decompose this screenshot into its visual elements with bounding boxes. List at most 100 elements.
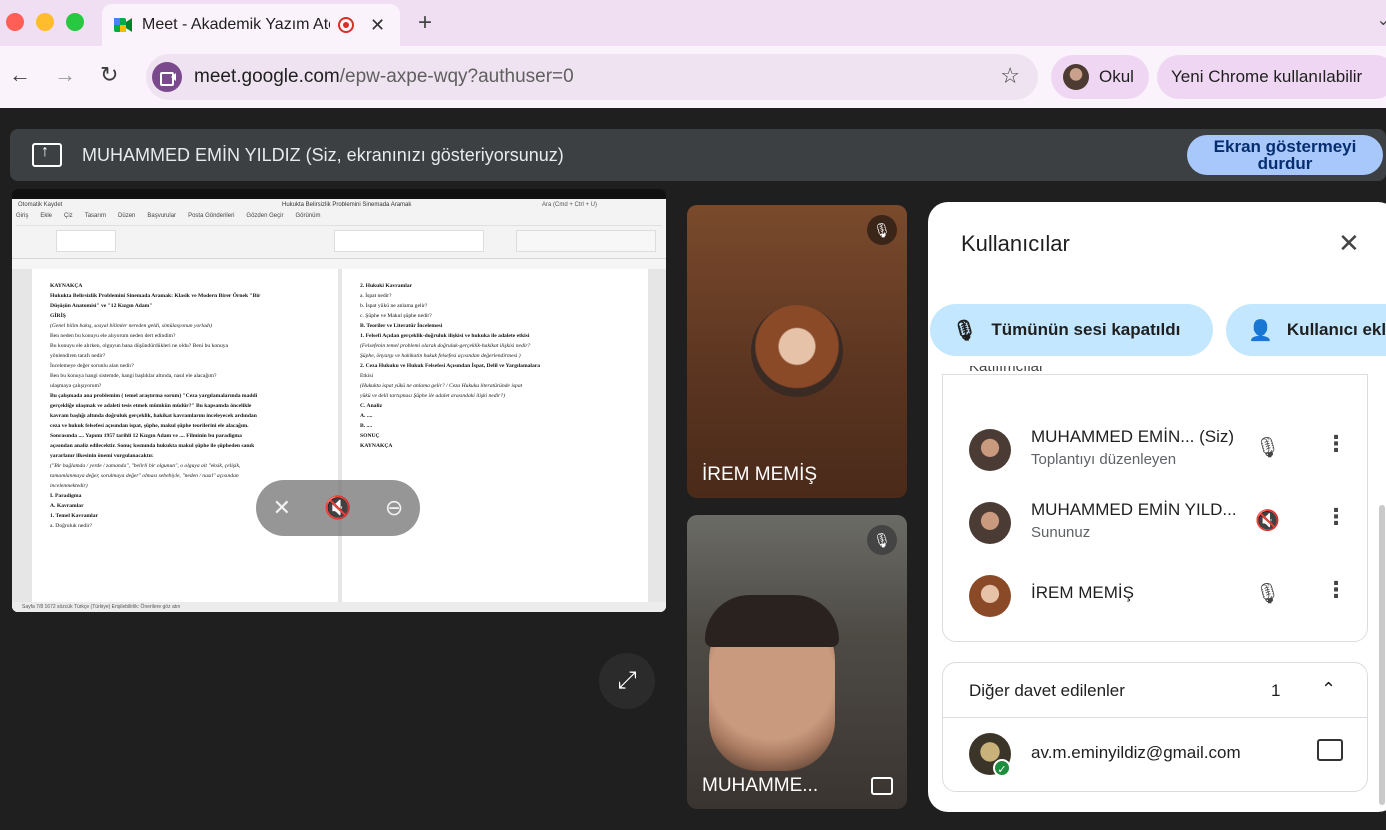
document-line: yönlendiren tarafı nedir? xyxy=(50,353,106,359)
minimize-window-button[interactable] xyxy=(36,13,54,31)
document-line: kavram başlığı altında doğruluk gerçekli… xyxy=(50,413,257,419)
bookmark-star-icon[interactable]: ☆ xyxy=(1000,63,1020,89)
tab-strip: Meet - Akademik Yazım Atölyesi ✕ + ⌄ xyxy=(0,0,1386,46)
document-line: SONUÇ xyxy=(360,433,380,439)
shared-screen-tile[interactable]: Otomatik Kaydet Hukukta Belirsizlik Prob… xyxy=(12,189,666,612)
participant-row[interactable]: MUHAMMED EMİN... (Siz) Toplantıyı düzenl… xyxy=(969,423,1369,479)
browser-tab-meet[interactable]: Meet - Akademik Yazım Atölyesi ✕ xyxy=(102,4,400,46)
reload-button[interactable]: ↻ xyxy=(100,62,118,88)
document-line: B. Teoriler ve Literatür İncelemesi xyxy=(360,323,443,329)
document-title: Hukukta Belirsizlik Problemini Sinemada … xyxy=(282,202,412,208)
present-screen-icon xyxy=(32,143,62,167)
document-page-left: KAYNAKÇA Hukukta Belirsizlik Problemini S… xyxy=(32,269,338,612)
document-line: (Felsefenin temel problemi olarak doğrul… xyxy=(360,343,531,349)
document-line: Ben bu konuya hangi sistemde, hangi başl… xyxy=(50,373,217,379)
document-line: ceza ve hukuk felsefesi açısından ispat,… xyxy=(50,423,249,429)
word-search: Ara (Cmd + Ctrl + U) xyxy=(542,202,598,208)
close-window-button[interactable] xyxy=(6,13,24,31)
document-line: Bu çalışmada ana problemim ( temel araşt… xyxy=(50,393,258,399)
more-options-icon[interactable]: ⋮ xyxy=(1325,504,1347,530)
speaker-off-icon[interactable]: 🔇 xyxy=(1255,508,1280,533)
participant-row[interactable]: İREM MEMİŞ 🎙 ⋮ xyxy=(969,569,1369,625)
word-menu-item: Çiz xyxy=(64,213,73,219)
more-options-icon[interactable]: ⋮ xyxy=(1325,431,1347,457)
mic-off-icon[interactable]: 🎙 xyxy=(1255,581,1280,606)
mic-off-icon: 🎙 xyxy=(952,319,978,342)
mute-tab-audio-icon[interactable]: 🔇 xyxy=(324,495,351,521)
participant-avatar xyxy=(969,429,1011,471)
participant-name: İREM MEMİŞ xyxy=(1031,583,1134,602)
mute-all-label: Tümünün sesi kapatıldı xyxy=(991,320,1181,339)
word-status-bar: Sayfa 7/8 1672 sözcük Türkçe (Türkiye) E… xyxy=(12,602,666,612)
document-line: İncelemeye değer sorunlu alan nedir? xyxy=(50,363,134,369)
close-panel-icon[interactable]: ✕ xyxy=(1338,228,1360,259)
participant-avatar xyxy=(751,305,843,397)
more-options-icon[interactable]: ⋮ xyxy=(1325,577,1347,603)
new-tab-button[interactable]: + xyxy=(418,9,432,37)
participant-row[interactable]: MUHAMMED EMİN YILD... Sununuz 🔇 ⋮ xyxy=(969,496,1369,552)
autosave-label: Otomatik Kaydet xyxy=(18,202,63,208)
tab-title: Meet - Akademik Yazım Atölyesi xyxy=(142,16,330,33)
word-menu-item: Posta Gönderileri xyxy=(188,213,235,219)
mute-all-button[interactable]: 🎙 Tümünün sesi kapatıldı xyxy=(930,304,1213,356)
participant-avatar xyxy=(969,575,1011,617)
remove-tile-icon[interactable]: ⊖ xyxy=(385,495,403,521)
forward-button[interactable]: → xyxy=(54,62,76,88)
profile-avatar xyxy=(1063,64,1089,90)
camera-video-hair xyxy=(705,595,839,647)
document-line: KAYNAKÇA xyxy=(50,283,83,289)
document-line: Hukukta Belirsizlik Problemini Sinemada … xyxy=(50,293,261,299)
document-line: gerçekliğe ulaşmak ve adaleti tesis etme… xyxy=(50,403,252,409)
chrome-update-button[interactable]: Yeni Chrome kullanılabilir xyxy=(1157,55,1386,99)
collapse-chevron-icon[interactable]: ⌃ xyxy=(1321,679,1336,700)
panel-title: Kullanıcılar xyxy=(961,231,1070,256)
participants-section: Katılımcılar MUHAMMED EMİN... (Siz) Topl… xyxy=(942,366,1369,642)
document-line: GİRİŞ xyxy=(50,313,66,319)
document-line: Ben neden bu konuyu ele alıyorum neden d… xyxy=(50,333,176,339)
document-line: KAYNAKÇA xyxy=(360,443,393,449)
url-path: /epw-axpe-wqy?authuser=0 xyxy=(339,66,574,87)
document-line: Bu konuyu ele alırken, olguyun bana düşü… xyxy=(50,343,229,349)
mic-off-icon[interactable]: 🎙 xyxy=(1255,435,1280,460)
add-people-button[interactable]: 👤 Kullanıcı ekle xyxy=(1226,304,1386,356)
dictation-group xyxy=(516,230,656,252)
panel-scrollbar[interactable] xyxy=(1379,505,1385,805)
document-line: A. .... xyxy=(360,413,373,419)
document-line: Etkisi xyxy=(360,373,374,379)
word-ribbon xyxy=(16,225,662,257)
maximize-window-button[interactable] xyxy=(66,13,84,31)
back-button[interactable]: ← xyxy=(9,62,31,88)
picture-in-picture-icon[interactable] xyxy=(871,777,893,795)
document-line: C. Analiz xyxy=(360,403,383,409)
unpin-icon[interactable]: ✕ xyxy=(273,495,291,521)
document-line: yükü ve delil tartışması Şüphe ile adale… xyxy=(360,393,505,399)
word-menu-item: Giriş xyxy=(16,213,29,219)
chrome-menu-icon[interactable]: ⋮ xyxy=(1378,64,1386,89)
profile-button[interactable]: Okul xyxy=(1051,55,1149,99)
document-line: (Hukukta ispat yükü ne anlama gelir? / C… xyxy=(360,383,523,389)
chrome-update-label: Yeni Chrome kullanılabilir xyxy=(1171,67,1363,86)
participant-role: Toplantıyı düzenleyen xyxy=(1031,451,1177,468)
profile-label: Okul xyxy=(1099,67,1134,86)
invitee-email: av.m.eminyildiz@gmail.com xyxy=(1031,743,1241,762)
participant-tile-self[interactable]: 🎙 MUHAMME... xyxy=(687,515,907,809)
tab-search-chevron-icon[interactable]: ⌄ xyxy=(1377,10,1386,30)
meet-favicon-icon xyxy=(114,17,132,33)
participant-name: MUHAMMED EMİN YILD... xyxy=(1031,500,1237,519)
word-toolbar: Otomatik Kaydet Hukukta Belirsizlik Prob… xyxy=(12,199,666,259)
screen-share-banner: MUHAMMED EMİN YILDIZ (Siz, ekranınızı gö… xyxy=(10,129,1386,181)
browser-toolbar: ← → ↻ meet.google.com/epw-axpe-wqy?authu… xyxy=(0,46,1386,108)
document-line: (Genel bilim bakış, sosyal bilimler nere… xyxy=(50,323,212,329)
document-line: b. İspat yükü ne anlama gelir? xyxy=(360,303,428,309)
address-bar[interactable]: meet.google.com/epw-axpe-wqy?authuser=0 … xyxy=(146,54,1038,100)
participant-tile-irem[interactable]: 🎙 İREM MEMİŞ xyxy=(687,205,907,498)
recording-indicator-icon xyxy=(338,17,354,33)
stop-sharing-label-1: Ekran göstermeyi xyxy=(1213,137,1357,156)
muted-mic-icon: 🎙 xyxy=(867,525,897,555)
divider xyxy=(943,717,1367,718)
tab-close-icon[interactable]: ✕ xyxy=(370,15,385,36)
fullscreen-icon[interactable]: ⤢ xyxy=(599,653,655,709)
site-info-icon[interactable] xyxy=(152,62,182,92)
chat-icon[interactable] xyxy=(1317,739,1343,761)
stop-sharing-button[interactable]: Ekran göstermeyi durdur xyxy=(1187,135,1383,175)
